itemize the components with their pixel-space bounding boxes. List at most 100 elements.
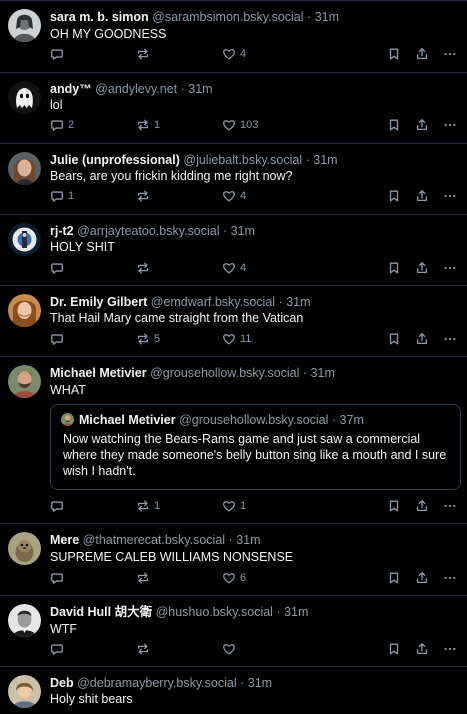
bookmark-button[interactable] bbox=[387, 260, 401, 276]
more-options-button[interactable] bbox=[443, 641, 457, 657]
avatar[interactable] bbox=[8, 675, 41, 708]
reply-button[interactable] bbox=[50, 498, 68, 514]
author-name[interactable]: andy™ bbox=[50, 82, 92, 96]
avatar[interactable] bbox=[8, 532, 41, 565]
post-item[interactable]: Michael Metivier @grousehollow.bsky.soci… bbox=[0, 356, 467, 523]
author-name[interactable]: rj-t2 bbox=[50, 224, 74, 238]
share-button[interactable] bbox=[415, 117, 429, 133]
author-handle[interactable]: @sarambsimon.bsky.social bbox=[152, 10, 303, 24]
like-button[interactable] bbox=[222, 641, 240, 657]
reply-button[interactable] bbox=[50, 46, 68, 62]
share-button[interactable] bbox=[415, 570, 429, 586]
post-item[interactable]: Julie (unprofessional) @juliebalt.bsky.s… bbox=[0, 143, 467, 214]
bookmark-button[interactable] bbox=[387, 46, 401, 62]
more-options-button[interactable] bbox=[443, 331, 457, 347]
like-button[interactable]: 1 bbox=[222, 498, 246, 514]
bookmark-button[interactable] bbox=[387, 117, 401, 133]
repost-button[interactable] bbox=[136, 641, 154, 657]
bookmark-button[interactable] bbox=[387, 331, 401, 347]
repost-button[interactable]: 1 bbox=[136, 117, 160, 133]
author-name[interactable]: Julie (unprofessional) bbox=[50, 153, 180, 167]
post-header: Dr. Emily Gilbert @emdwarf.bsky.social ·… bbox=[50, 295, 457, 309]
bookmark-button[interactable] bbox=[387, 498, 401, 514]
repost-button[interactable] bbox=[136, 188, 154, 204]
share-icon bbox=[415, 499, 429, 513]
post-time[interactable]: 31m bbox=[313, 153, 337, 167]
post-item[interactable]: David Hull 胡大衛 @hushuo.bsky.social · 31m… bbox=[0, 595, 467, 666]
like-button[interactable]: 6 bbox=[222, 570, 246, 586]
quoted-post[interactable]: Michael Metivier @grousehollow.bsky.soci… bbox=[50, 404, 461, 490]
author-name[interactable]: David Hull 胡大衛 bbox=[50, 605, 152, 619]
avatar[interactable] bbox=[8, 81, 41, 114]
post-time[interactable]: 31m bbox=[236, 533, 260, 547]
repost-button[interactable]: 5 bbox=[136, 331, 160, 347]
repost-arrows-icon bbox=[136, 118, 150, 132]
repost-button[interactable] bbox=[136, 570, 154, 586]
author-handle[interactable]: @arrjayteatoo.bsky.social bbox=[77, 224, 219, 238]
quoted-text: Now watching the Bears-Rams game and jus… bbox=[63, 432, 447, 478]
like-button[interactable]: 103 bbox=[222, 117, 258, 133]
reply-button[interactable] bbox=[50, 260, 68, 276]
reply-button[interactable]: 1 bbox=[50, 188, 74, 204]
reply-button[interactable] bbox=[50, 331, 68, 347]
share-button[interactable] bbox=[415, 498, 429, 514]
author-handle[interactable]: @hushuo.bsky.social bbox=[156, 605, 273, 619]
avatar[interactable] bbox=[8, 9, 41, 42]
share-icon bbox=[415, 261, 429, 275]
share-button[interactable] bbox=[415, 331, 429, 347]
post-time[interactable]: 31m bbox=[248, 676, 272, 690]
bookmark-button[interactable] bbox=[387, 570, 401, 586]
reply-button[interactable]: 2 bbox=[50, 117, 74, 133]
repost-button[interactable]: 1 bbox=[136, 498, 160, 514]
like-button[interactable]: 11 bbox=[222, 331, 251, 347]
avatar[interactable] bbox=[8, 294, 41, 327]
author-handle[interactable]: @thatmerecat.bsky.social bbox=[83, 533, 225, 547]
author-name[interactable]: Michael Metivier bbox=[50, 366, 147, 380]
post-item[interactable]: Deb @debramayberry.bsky.social · 31m Hol… bbox=[0, 666, 467, 714]
avatar[interactable] bbox=[8, 223, 41, 256]
author-handle[interactable]: @grousehollow.bsky.social bbox=[150, 366, 299, 380]
share-button[interactable] bbox=[415, 46, 429, 62]
author-name[interactable]: Mere bbox=[50, 533, 79, 547]
bookmark-button[interactable] bbox=[387, 641, 401, 657]
heart-icon bbox=[222, 261, 236, 275]
share-button[interactable] bbox=[415, 260, 429, 276]
author-name[interactable]: Dr. Emily Gilbert bbox=[50, 295, 147, 309]
more-options-button[interactable] bbox=[443, 117, 457, 133]
post-item[interactable]: andy™ @andylevy.net · 31m lol 2 1 103 bbox=[0, 72, 467, 143]
bookmark-button[interactable] bbox=[387, 188, 401, 204]
share-button[interactable] bbox=[415, 641, 429, 657]
reply-button[interactable] bbox=[50, 641, 68, 657]
post-time[interactable]: 31m bbox=[231, 224, 255, 238]
more-options-button[interactable] bbox=[443, 188, 457, 204]
author-handle[interactable]: @andylevy.net bbox=[95, 82, 177, 96]
post-item[interactable]: Mere @thatmerecat.bsky.social · 31m SUPR… bbox=[0, 523, 467, 595]
avatar[interactable] bbox=[8, 152, 41, 185]
author-handle[interactable]: @juliebalt.bsky.social bbox=[183, 153, 302, 167]
share-button[interactable] bbox=[415, 188, 429, 204]
more-options-button[interactable] bbox=[443, 570, 457, 586]
more-options-button[interactable] bbox=[443, 498, 457, 514]
post-time[interactable]: 31m bbox=[315, 10, 339, 24]
post-item[interactable]: Dr. Emily Gilbert @emdwarf.bsky.social ·… bbox=[0, 285, 467, 356]
author-handle[interactable]: @debramayberry.bsky.social bbox=[77, 676, 237, 690]
more-options-button[interactable] bbox=[443, 260, 457, 276]
author-handle[interactable]: @emdwarf.bsky.social bbox=[151, 295, 275, 309]
post-time[interactable]: 31m bbox=[188, 82, 212, 96]
post-time[interactable]: 31m bbox=[311, 366, 335, 380]
like-button[interactable]: 4 bbox=[222, 46, 246, 62]
like-button[interactable]: 4 bbox=[222, 188, 246, 204]
like-button[interactable]: 4 bbox=[222, 260, 246, 276]
more-options-button[interactable] bbox=[443, 46, 457, 62]
avatar[interactable] bbox=[8, 365, 41, 398]
repost-button[interactable] bbox=[136, 260, 154, 276]
post-item[interactable]: rj-t2 @arrjayteatoo.bsky.social · 31m HO… bbox=[0, 214, 467, 285]
post-time[interactable]: 31m bbox=[286, 295, 310, 309]
author-name[interactable]: Deb bbox=[50, 676, 74, 690]
post-item[interactable]: sara m. b. simon @sarambsimon.bsky.socia… bbox=[0, 0, 467, 72]
post-time[interactable]: 31m bbox=[284, 605, 308, 619]
reply-button[interactable] bbox=[50, 570, 68, 586]
repost-button[interactable] bbox=[136, 46, 154, 62]
avatar[interactable] bbox=[8, 604, 41, 637]
author-name[interactable]: sara m. b. simon bbox=[50, 10, 149, 24]
